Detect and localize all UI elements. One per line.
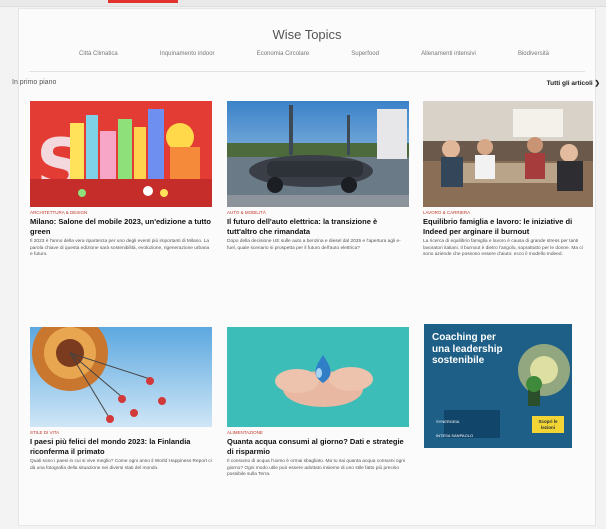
- article-category: Auto & mobilità: [227, 210, 266, 215]
- article-excerpt: Il consumo di acqua l'uomo è ormai sbagl…: [227, 459, 405, 478]
- ad-logo-intesa: INTESA SANPAOLO: [436, 433, 474, 438]
- leadership-ad-banner[interactable]: Coaching per una leadership sostenibile …: [424, 324, 572, 448]
- salone-illustration: S: [30, 101, 212, 207]
- article-title[interactable]: Quanta acqua consumi al giorno? Dati e s…: [227, 437, 409, 456]
- section-heading: Wise Topics: [272, 27, 342, 42]
- article-excerpt: Dopo della decisione UE sulle auto a ben…: [227, 239, 401, 251]
- ad-cta-button[interactable]: Scopri le lezioni: [532, 416, 564, 433]
- article-excerpt: Quali sono i paesi in cui si vive meglio…: [30, 459, 212, 471]
- article-card[interactable]: Stile di vita I paesi più felici del mon…: [30, 327, 212, 472]
- electric-car-photo: [227, 101, 409, 207]
- water-hands-photo: [227, 327, 409, 427]
- article-title[interactable]: Equilibrio famiglia e lavoro: le iniziat…: [423, 217, 593, 236]
- article-thumbnail[interactable]: [423, 101, 593, 207]
- article-category: Stile di vita: [30, 430, 60, 435]
- office-meeting-photo: [423, 101, 593, 207]
- article-category: Architettura & design: [30, 210, 88, 215]
- article-category: Lavoro & carriera: [423, 210, 471, 215]
- topic-nav: Città Climatica Inquinamento indoor Econ…: [79, 51, 549, 57]
- topic-link[interactable]: Inquinamento indoor: [160, 51, 215, 57]
- article-excerpt: Il 2023 è l'anno della vera ripartenza p…: [30, 239, 210, 258]
- article-card[interactable]: Auto & mobilità Il futuro dell'auto elet…: [227, 101, 409, 252]
- article-thumbnail[interactable]: S: [30, 101, 212, 207]
- article-title[interactable]: Milano: Salone del mobile 2023, un'edizi…: [30, 217, 212, 236]
- divider: [29, 71, 585, 72]
- featured-heading: In primo piano: [12, 79, 57, 86]
- article-category: Alimentazione: [227, 430, 263, 435]
- topic-link[interactable]: Città Climatica: [79, 51, 118, 57]
- see-all-link[interactable]: Tutti gli articoli ❯: [547, 79, 600, 87]
- article-title[interactable]: Il futuro dell'auto elettrica: la transi…: [227, 217, 409, 236]
- article-excerpt: La ricerca di equilibrio famiglia e lavo…: [423, 239, 583, 258]
- see-all-label: Tutti gli articoli: [546, 80, 593, 87]
- top-bar-accent: [108, 0, 178, 3]
- topic-link[interactable]: Allenamenti intensivi: [421, 51, 476, 57]
- article-title[interactable]: I paesi più felici del mondo 2023: la Fi…: [30, 437, 212, 456]
- topic-link[interactable]: Biodiversità: [518, 51, 549, 57]
- top-bar: [0, 0, 606, 7]
- article-thumbnail[interactable]: [227, 327, 409, 427]
- article-card[interactable]: S Architettura & design Milano: Salone d…: [30, 101, 212, 259]
- article-card[interactable]: Alimentazione Quanta acqua consumi al gi…: [227, 327, 409, 479]
- carousel-photo: [30, 327, 212, 427]
- article-thumbnail[interactable]: [30, 327, 212, 427]
- ad-logo-synergeia: SYNERGEIA: [436, 419, 460, 424]
- article-card[interactable]: Lavoro & carriera Equilibrio famiglia e …: [423, 101, 593, 259]
- topic-link[interactable]: Economia Circolare: [257, 51, 309, 57]
- ad-headline: Coaching per una leadership sostenibile: [432, 332, 503, 366]
- topic-link[interactable]: Superfood: [351, 51, 379, 57]
- article-thumbnail[interactable]: [227, 101, 409, 207]
